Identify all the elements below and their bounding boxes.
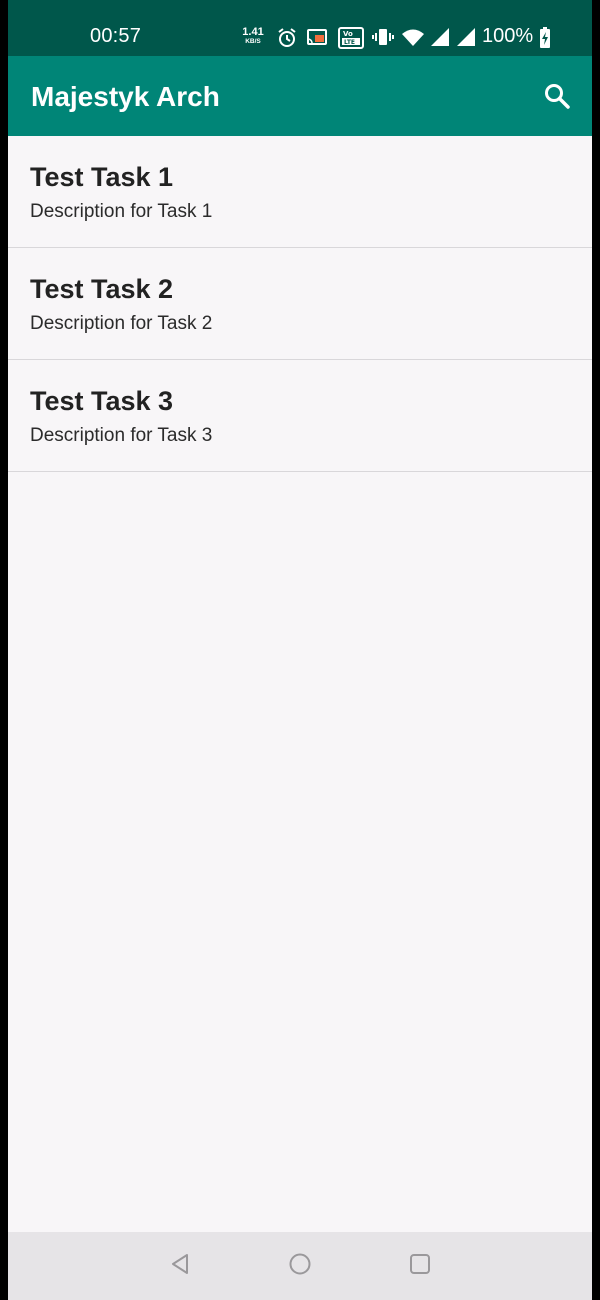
svg-text:Vo: Vo — [343, 30, 353, 38]
task-title: Test Task 3 — [30, 386, 174, 416]
task-description: Description for Task 3 — [30, 425, 213, 446]
volte-icon: Vo LTE — [338, 27, 364, 49]
task-title: Test Task 2 — [30, 274, 174, 304]
svg-text:LTE: LTE — [344, 39, 355, 46]
wifi-icon — [401, 27, 425, 47]
search-button[interactable] — [535, 76, 579, 120]
status-time: 00:57 — [90, 25, 142, 47]
cast-icon — [306, 27, 328, 47]
app-bar: Majestyk Arch — [8, 56, 592, 136]
recents-button[interactable] — [404, 1250, 436, 1282]
recents-icon — [408, 1252, 432, 1281]
task-description: Description for Task 1 — [30, 201, 213, 222]
home-button[interactable] — [284, 1250, 316, 1282]
status-bar: 00:57 1.41 KB/S Vo LTE 100% — [8, 0, 592, 56]
alarm-icon — [276, 27, 298, 47]
signal-icon — [428, 27, 450, 47]
battery-percent: 100% — [482, 25, 534, 47]
task-description: Description for Task 2 — [30, 313, 213, 334]
battery-charging-icon — [539, 27, 551, 48]
network-speed-value: 1.41 — [242, 26, 264, 38]
app-title: Majestyk Arch — [31, 81, 220, 112]
app-screen: 00:57 1.41 KB/S Vo LTE 100% Majestyk Arc… — [8, 0, 592, 1300]
navigation-bar — [8, 1232, 592, 1300]
task-item[interactable]: Test Task 2 Description for Task 2 — [8, 248, 592, 360]
task-list: Test Task 1 Description for Task 1 Test … — [8, 136, 592, 472]
task-title: Test Task 1 — [30, 162, 174, 192]
vibrate-icon — [372, 27, 394, 47]
search-icon — [543, 82, 571, 115]
network-speed-unit: KB/S — [245, 38, 261, 45]
task-item[interactable]: Test Task 1 Description for Task 1 — [8, 136, 592, 248]
back-button[interactable] — [164, 1250, 196, 1282]
network-speed: 1.41 KB/S — [240, 27, 266, 46]
signal-icon-2 — [454, 27, 476, 47]
home-icon — [288, 1252, 312, 1281]
task-item[interactable]: Test Task 3 Description for Task 3 — [8, 360, 592, 472]
back-icon — [168, 1252, 192, 1281]
